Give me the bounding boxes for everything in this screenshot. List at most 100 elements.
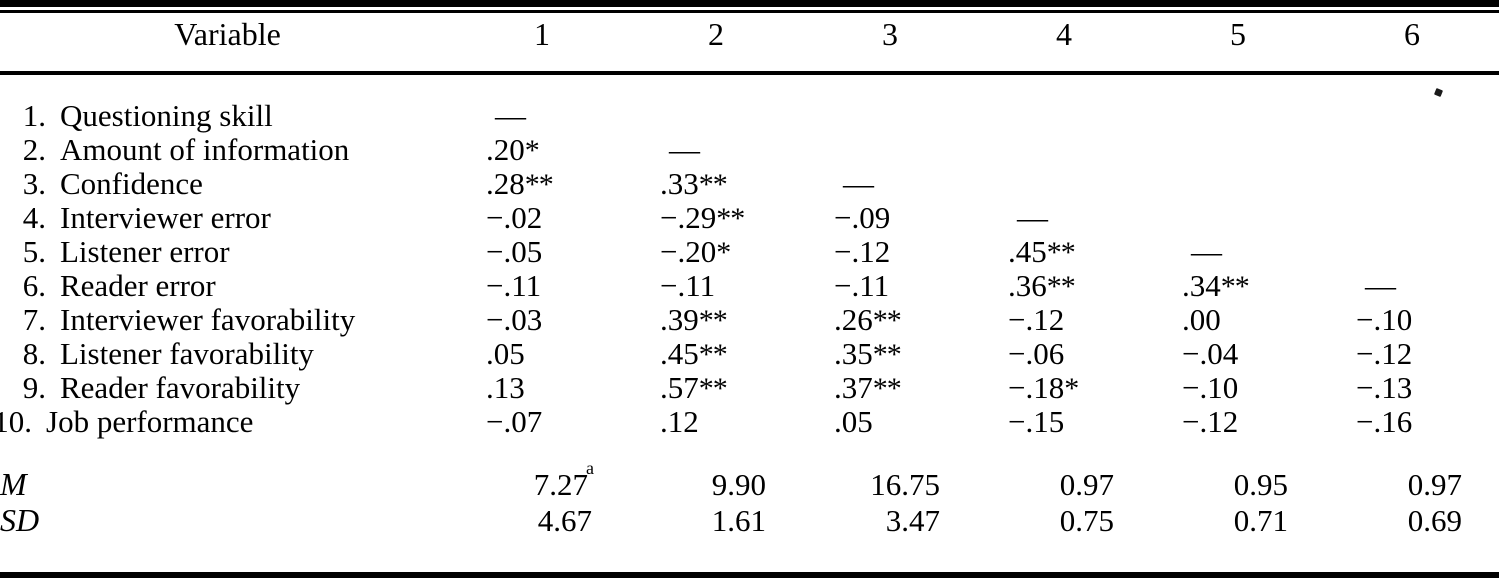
correlation-cell: — bbox=[803, 168, 977, 202]
variable-label-cell: 5. Listener error bbox=[0, 236, 455, 270]
row-number: 10. bbox=[0, 404, 32, 439]
correlation-cell bbox=[1325, 168, 1499, 202]
correlation-value: −.12 bbox=[1182, 404, 1239, 439]
correlation-value: −.18* bbox=[1008, 370, 1079, 405]
correlation-value: −.06 bbox=[1008, 336, 1065, 371]
correlation-cell: −.10 bbox=[1325, 304, 1499, 338]
stats-value: 0.97 bbox=[1059, 467, 1114, 502]
correlation-cell bbox=[1151, 134, 1325, 168]
correlation-value: .26** bbox=[834, 302, 902, 337]
header-spacer-cell bbox=[0, 74, 1499, 100]
correlation-value: −.04 bbox=[1182, 336, 1239, 371]
correlation-cell: .28** bbox=[455, 168, 629, 202]
correlation-cell: −.16 bbox=[1325, 406, 1499, 440]
diagonal-dash: — bbox=[1017, 200, 1048, 235]
correlation-cell bbox=[1325, 134, 1499, 168]
correlation-value: −.15 bbox=[1008, 404, 1065, 439]
correlation-value: .36** bbox=[1008, 268, 1076, 303]
correlation-cell: .39** bbox=[629, 304, 803, 338]
stats-value: 0.95 bbox=[1233, 467, 1288, 502]
correlation-value: −.11 bbox=[834, 268, 890, 303]
correlation-value: .00 bbox=[1182, 302, 1221, 337]
table-row: 7. Interviewer favorability −.03 .39** .26**… bbox=[0, 304, 1499, 338]
variable-label-cell: 10. Job performance bbox=[0, 406, 455, 440]
row-label: Interviewer error bbox=[60, 200, 271, 235]
correlation-value: −.12 bbox=[1008, 302, 1065, 337]
stats-value-cell: 0.71 bbox=[1151, 504, 1325, 540]
correlation-cell: — bbox=[1325, 270, 1499, 304]
correlation-cell bbox=[977, 134, 1151, 168]
correlation-cell: −.04 bbox=[1151, 338, 1325, 372]
stats-value: 9.90 bbox=[711, 467, 766, 502]
correlation-cell bbox=[629, 100, 803, 134]
correlation-cell: .36** bbox=[977, 270, 1151, 304]
correlation-value: −.07 bbox=[486, 404, 543, 439]
correlation-value: −.16 bbox=[1356, 404, 1413, 439]
correlation-value: .05 bbox=[486, 336, 525, 371]
correlation-value: .12 bbox=[660, 404, 699, 439]
correlation-value: .45** bbox=[1008, 234, 1076, 269]
footnote-superscript: a bbox=[586, 457, 594, 478]
correlation-value: .33** bbox=[660, 166, 728, 201]
correlation-value: −.29** bbox=[660, 200, 745, 235]
correlation-value: .05 bbox=[834, 404, 873, 439]
variable-label-cell: 9. Reader favorability bbox=[0, 372, 455, 406]
diagonal-dash: — bbox=[669, 132, 700, 167]
correlation-cell bbox=[1151, 168, 1325, 202]
correlation-cell: −.18* bbox=[977, 372, 1151, 406]
table-header-row: Variable 1 2 3 4 5 6 bbox=[0, 0, 1499, 74]
row-label: Questioning skill bbox=[60, 98, 273, 133]
stats-value: 0.75 bbox=[1059, 503, 1114, 538]
correlation-value: −.02 bbox=[486, 200, 543, 235]
correlation-cell: — bbox=[629, 134, 803, 168]
diagonal-dash: — bbox=[843, 166, 874, 201]
correlation-value: −.11 bbox=[660, 268, 716, 303]
table-row: 2. Amount of information .20* — bbox=[0, 134, 1499, 168]
stats-value-cell: 16.75 bbox=[803, 468, 977, 504]
correlation-cell: −.11 bbox=[455, 270, 629, 304]
correlation-cell: −.05 bbox=[455, 236, 629, 270]
header-col-6: 6 bbox=[1404, 16, 1420, 52]
correlation-cell: −.13 bbox=[1325, 372, 1499, 406]
correlation-cell: .33** bbox=[629, 168, 803, 202]
row-number: 4. bbox=[22, 200, 46, 235]
row-number: 8. bbox=[22, 336, 46, 371]
correlation-cell: −.15 bbox=[977, 406, 1151, 440]
diagonal-dash: — bbox=[1365, 268, 1396, 303]
table-row: 10. Job performance −.07 .12 .05 −.15 −.12 −.16 bbox=[0, 406, 1499, 440]
correlation-cell bbox=[977, 100, 1151, 134]
stats-value: 0.97 bbox=[1407, 467, 1462, 502]
correlation-cell bbox=[803, 100, 977, 134]
row-label: Listener favorability bbox=[60, 336, 314, 371]
correlation-cell: — bbox=[977, 202, 1151, 236]
table-row: 8. Listener favorability .05 .45** .35** −.06… bbox=[0, 338, 1499, 372]
correlation-cell: .57** bbox=[629, 372, 803, 406]
correlation-cell: −.06 bbox=[977, 338, 1151, 372]
stats-value: 7.27 bbox=[533, 467, 588, 502]
header-col-4: 4 bbox=[1056, 16, 1072, 52]
stats-spacer-cell bbox=[0, 440, 1499, 468]
correlation-cell: −.03 bbox=[455, 304, 629, 338]
stats-value-cell: 3.47 bbox=[803, 504, 977, 540]
correlation-cell: .26** bbox=[803, 304, 977, 338]
stats-value: 3.47 bbox=[885, 503, 940, 538]
correlation-cell bbox=[1325, 202, 1499, 236]
correlation-cell: −.07 bbox=[455, 406, 629, 440]
correlation-cell bbox=[1325, 236, 1499, 270]
correlation-cell: −.12 bbox=[977, 304, 1151, 338]
table-bottom-border bbox=[0, 572, 1499, 578]
header-variable: Variable bbox=[174, 16, 281, 52]
stats-value-cell: 1.61 bbox=[629, 504, 803, 540]
variable-label-cell: 3. Confidence bbox=[0, 168, 455, 202]
correlation-cell: — bbox=[455, 100, 629, 134]
stats-value-cell: 0.69 bbox=[1325, 504, 1499, 540]
correlation-cell: −.09 bbox=[803, 202, 977, 236]
stats-value-cell: 0.97 bbox=[1325, 468, 1499, 504]
correlation-cell: .20* bbox=[455, 134, 629, 168]
correlation-value: −.11 bbox=[486, 268, 542, 303]
stats-label: SD bbox=[0, 502, 40, 538]
header-col-5: 5 bbox=[1230, 16, 1246, 52]
correlation-value: −.03 bbox=[486, 302, 543, 337]
correlation-value: .57** bbox=[660, 370, 728, 405]
row-label: Confidence bbox=[60, 166, 203, 201]
